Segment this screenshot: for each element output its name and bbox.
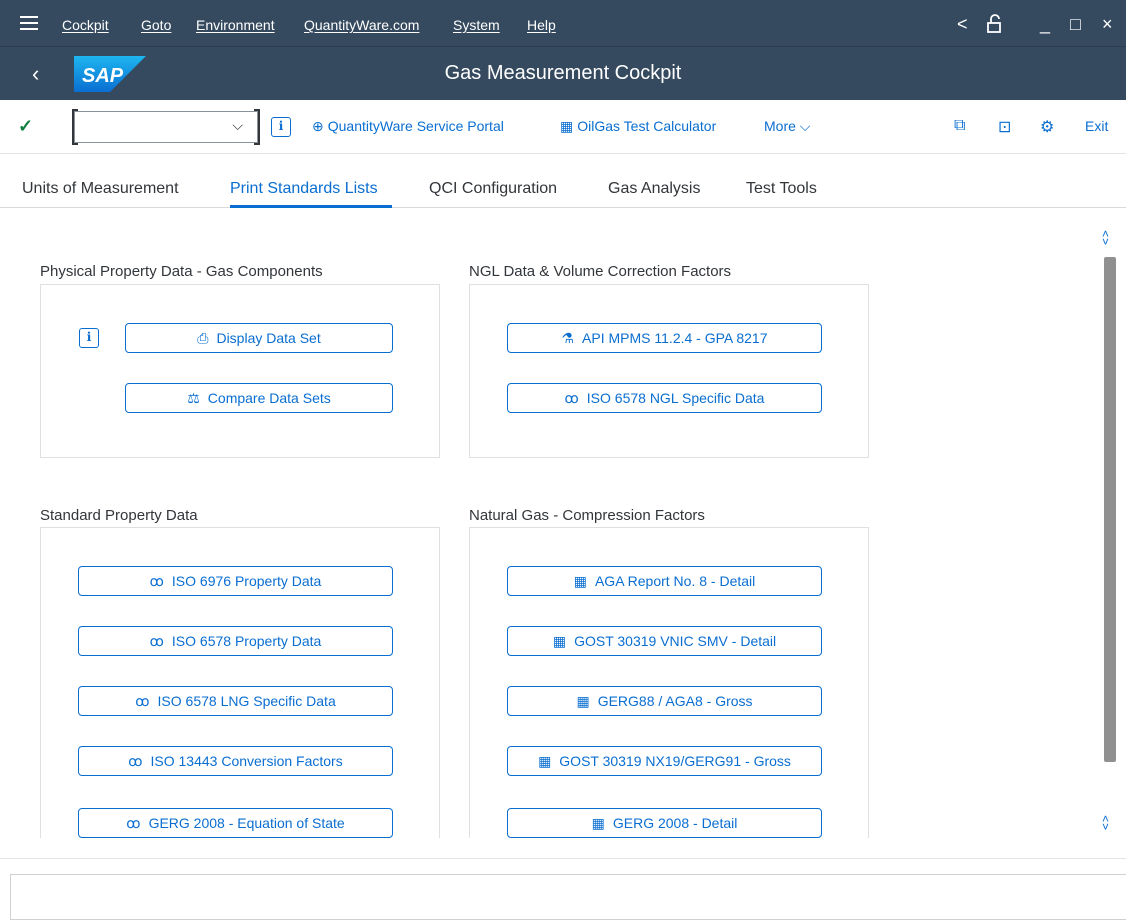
- calculator-icon: ▦: [538, 753, 552, 769]
- aga-report-8-button[interactable]: ▦ AGA Report No. 8 - Detail: [507, 566, 822, 596]
- scale-icon: ⚖: [187, 390, 200, 406]
- glasses-icon: ꝏ: [128, 753, 143, 769]
- service-portal-button[interactable]: ⊕ QuantityWare Service Portal: [312, 118, 504, 135]
- tab-test-tools[interactable]: Test Tools: [746, 180, 817, 198]
- test-calculator-button[interactable]: ▦ OilGas Test Calculator: [560, 118, 716, 135]
- info-icon[interactable]: i: [271, 117, 291, 137]
- menu-item-help[interactable]: Help: [527, 17, 556, 33]
- iso-6976-button[interactable]: ꝏ ISO 6976 Property Data: [78, 566, 393, 596]
- exit-button[interactable]: Exit: [1085, 118, 1108, 134]
- calculator-icon: ▦: [576, 693, 590, 709]
- vertical-scrollbar[interactable]: [1104, 257, 1116, 762]
- main-content: Physical Property Data - Gas Components …: [0, 208, 1100, 838]
- command-field[interactable]: ⌵: [72, 109, 260, 145]
- calculator-icon: ▦: [591, 815, 605, 831]
- more-button[interactable]: More ⌵: [764, 118, 810, 135]
- document-icon: ⎙: [197, 330, 209, 346]
- flask-icon: ⚗: [561, 330, 575, 346]
- calculator-icon: ▦: [573, 573, 587, 589]
- glasses-icon: ꝏ: [149, 633, 164, 649]
- glasses-icon: ꝏ: [149, 573, 164, 589]
- gerg88-aga8-button[interactable]: ▦ GERG88 / AGA8 - Gross: [507, 686, 822, 716]
- group-ngl: ⚗ API MPMS 11.2.4 - GPA 8217 ꝏ ISO 6578 NG…: [469, 284, 869, 458]
- iso-6578-ngl-button[interactable]: ꝏ ISO 6578 NGL Specific Data: [507, 383, 822, 413]
- scroll-up-icon[interactable]: ˄ ˅: [1102, 228, 1109, 248]
- chevron-down-icon: ⌵: [799, 118, 811, 134]
- maximize-icon[interactable]: □: [1070, 14, 1081, 35]
- calculator-icon: ▦: [560, 118, 574, 134]
- menu-item-environment[interactable]: Environment: [196, 17, 275, 33]
- gerg-2008-eos-button[interactable]: ꝏ GERG 2008 - Equation of State: [78, 808, 393, 838]
- page-title: Gas Measurement Cockpit: [444, 62, 682, 84]
- iso-6578-property-button[interactable]: ꝏ ISO 6578 Property Data: [78, 626, 393, 656]
- status-bar: [10, 874, 1126, 920]
- gost-30319-smv-button[interactable]: ▦ GOST 30319 VNIC SMV - Detail: [507, 626, 822, 656]
- compare-data-sets-button[interactable]: ⚖ Compare Data Sets: [125, 383, 393, 413]
- new-window-icon[interactable]: ⊡: [998, 117, 1011, 137]
- collapse-chevron-icon[interactable]: <: [957, 14, 968, 35]
- group-title-ngl: NGL Data & Volume Correction Factors: [469, 263, 732, 280]
- tab-gas-analysis[interactable]: Gas Analysis: [608, 180, 700, 198]
- info-icon[interactable]: i: [79, 328, 99, 348]
- tab-print-standards-lists[interactable]: Print Standards Lists: [230, 180, 378, 198]
- menu-item-quantityware[interactable]: QuantityWare.com: [304, 17, 419, 33]
- tab-units-of-measurement[interactable]: Units of Measurement: [22, 180, 179, 198]
- checkmark-icon[interactable]: ✓: [18, 116, 33, 137]
- create-session-icon[interactable]: ⧉: [954, 117, 965, 135]
- group-title-standard: Standard Property Data: [40, 507, 198, 524]
- glasses-icon: ꝏ: [126, 815, 141, 831]
- calculator-icon: ▦: [552, 633, 567, 649]
- group-title-natural-gas: Natural Gas - Compression Factors: [469, 507, 705, 524]
- globe-icon: ⊕: [312, 118, 324, 134]
- group-title-physical: Physical Property Data - Gas Components: [40, 263, 323, 280]
- close-icon[interactable]: ×: [1102, 14, 1113, 35]
- menu-item-goto[interactable]: Goto: [141, 17, 171, 33]
- menu-item-cockpit[interactable]: Cockpit: [62, 17, 109, 33]
- api-mpms-button[interactable]: ⚗ API MPMS 11.2.4 - GPA 8217: [507, 323, 822, 353]
- minimize-icon[interactable]: _: [1040, 14, 1050, 35]
- hamburger-menu-icon[interactable]: [20, 16, 38, 30]
- tab-bar: Units of Measurement Print Standards Lis…: [0, 154, 1126, 208]
- chevron-down-icon[interactable]: ⌵: [232, 117, 243, 134]
- footer-divider: [0, 858, 1126, 859]
- title-bar: ‹ SAP Gas Measurement Cockpit: [0, 46, 1126, 100]
- display-data-set-button[interactable]: ⎙ Display Data Set: [125, 323, 393, 353]
- glasses-icon: ꝏ: [564, 390, 579, 406]
- gerg-2008-detail-button[interactable]: ▦ GERG 2008 - Detail: [507, 808, 822, 838]
- unlock-icon[interactable]: [985, 14, 1005, 39]
- scroll-down-icon[interactable]: ˄ ˅: [1102, 813, 1109, 833]
- tab-qci-configuration[interactable]: QCI Configuration: [429, 180, 557, 198]
- menu-item-system[interactable]: System: [453, 17, 500, 33]
- gost-30319-nx19-button[interactable]: ▦ GOST 30319 NX19/GERG91 - Gross: [507, 746, 822, 776]
- menu-bar: Cockpit Goto Environment QuantityWare.co…: [0, 0, 1126, 46]
- group-physical: i ⎙ Display Data Set ⚖ Compare Data Sets: [40, 284, 440, 458]
- group-standard: ꝏ ISO 6976 Property Data ꝏ ISO 6578 Proper…: [40, 527, 440, 838]
- iso-6578-lng-button[interactable]: ꝏ ISO 6578 LNG Specific Data: [78, 686, 393, 716]
- toolbar: ✓ ⌵ i ⊕ QuantityWare Service Portal ▦ OilG…: [0, 100, 1126, 154]
- iso-13443-button[interactable]: ꝏ ISO 13443 Conversion Factors: [78, 746, 393, 776]
- settings-icon[interactable]: ⚙: [1040, 117, 1054, 137]
- glasses-icon: ꝏ: [135, 693, 150, 709]
- group-natural-gas: ▦ AGA Report No. 8 - Detail ▦ GOST 30319 V…: [469, 527, 869, 838]
